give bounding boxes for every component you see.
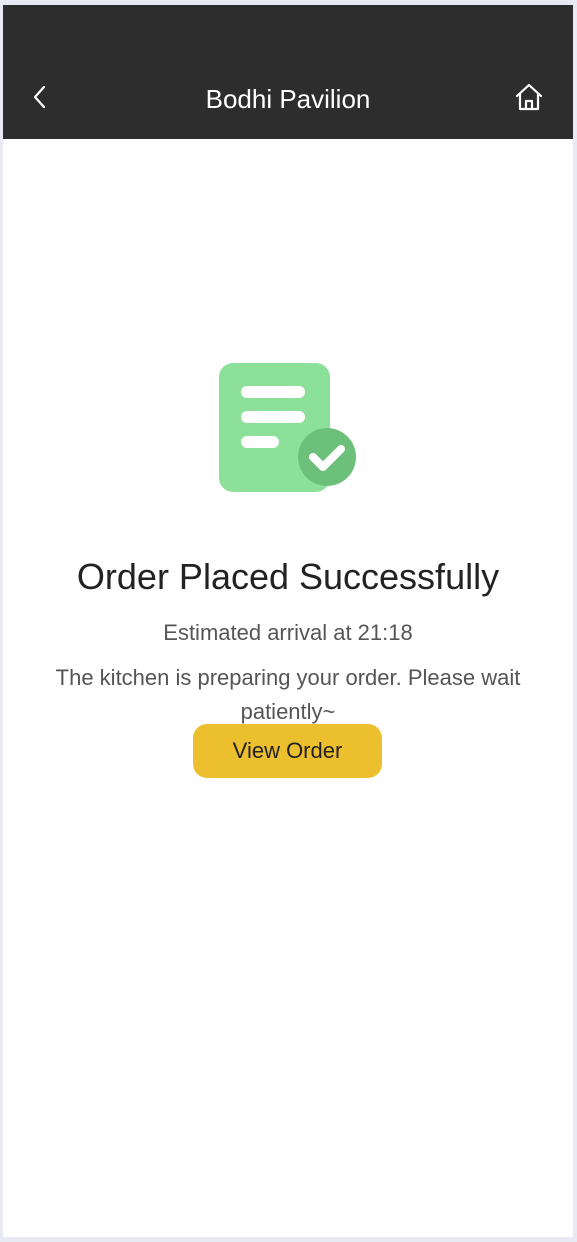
view-order-button[interactable]: View Order bbox=[193, 724, 382, 778]
home-button[interactable] bbox=[509, 81, 549, 117]
app-screen: Bodhi Pavilion Order Placed Successfully… bbox=[3, 5, 573, 1237]
order-success-icon bbox=[217, 362, 359, 492]
top-nav-bar: Bodhi Pavilion bbox=[3, 5, 573, 139]
success-title: Order Placed Successfully bbox=[76, 556, 500, 597]
page-title: Bodhi Pavilion bbox=[205, 84, 371, 114]
estimated-arrival-text: Estimated arrival at 21:18 bbox=[163, 620, 413, 645]
home-icon bbox=[513, 81, 545, 118]
kitchen-notice-text: The kitchen is preparing your order. Ple… bbox=[55, 665, 521, 724]
